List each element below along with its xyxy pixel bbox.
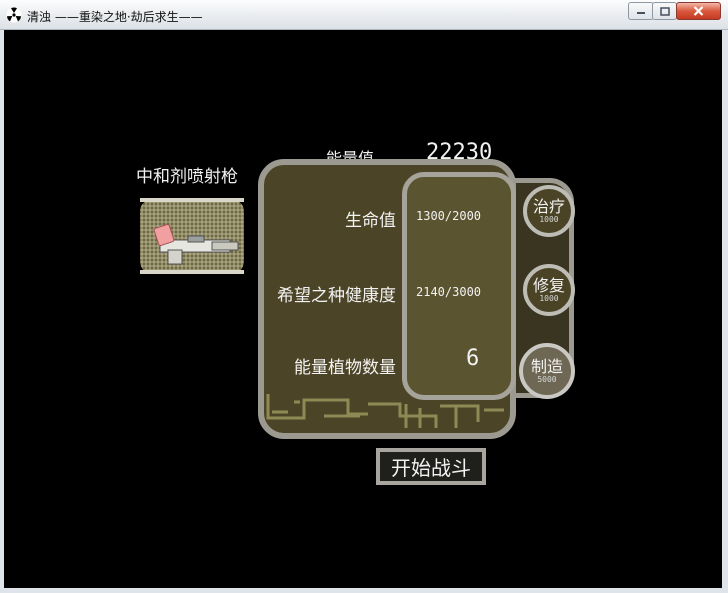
hope-seed-health-label: 希望之种健康度 (277, 286, 396, 306)
maximize-icon (659, 6, 670, 16)
weapon-name: 中和剂喷射枪 (136, 167, 238, 187)
maximize-button[interactable] (652, 2, 677, 20)
energy-plant-count-value: 6 (466, 346, 480, 371)
start-battle-button[interactable]: 开始战斗 (376, 448, 486, 485)
spray-gun-icon[interactable] (140, 196, 244, 276)
make-cost: 5000 (537, 375, 557, 384)
minimize-button[interactable] (628, 2, 654, 20)
energy-plant-count-label: 能量植物数量 (294, 358, 396, 378)
hope-seed-health-value: 2140/3000 (416, 285, 482, 299)
life-label: 生命值 (345, 211, 396, 231)
repair-button-label: 修复 (532, 276, 565, 295)
heal-button-label: 治疗 (532, 197, 565, 216)
make-button-label: 制造 (530, 357, 563, 376)
title-bar: 清浊 ——重染之地·劫后求生—— (0, 0, 728, 30)
window-frame-right (722, 30, 728, 593)
pipe-decoration (266, 394, 504, 428)
radiation-icon (6, 7, 22, 23)
close-icon (693, 6, 704, 16)
make-button[interactable]: 制造 5000 (519, 343, 575, 399)
life-value: 1300/2000 (416, 209, 482, 223)
minimize-icon (637, 12, 645, 14)
repair-button[interactable]: 修复 1000 (523, 264, 575, 316)
heal-button[interactable]: 治疗 1000 (523, 185, 575, 237)
heal-cost: 1000 (539, 215, 559, 224)
window-title: 清浊 ——重染之地·劫后求生—— (27, 10, 203, 24)
window-frame-bottom (0, 588, 728, 593)
repair-cost: 1000 (539, 294, 559, 303)
close-button[interactable] (676, 2, 721, 20)
